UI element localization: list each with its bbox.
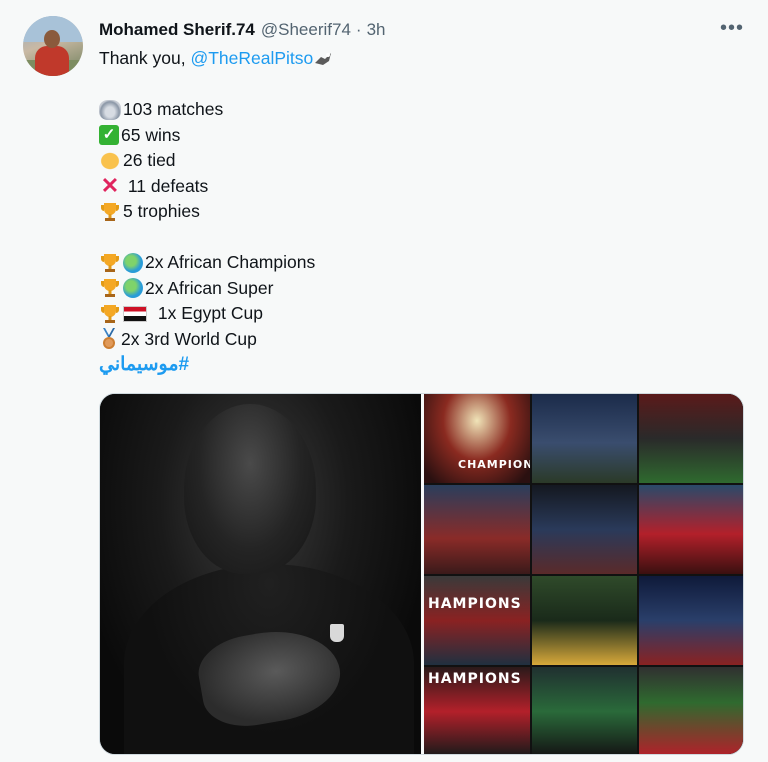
stat-text: 103 matches	[123, 99, 224, 119]
author-handle[interactable]: @Sheerif74	[261, 20, 351, 40]
more-options-icon[interactable]: •••	[720, 18, 744, 38]
honour-line: 2x African Super	[99, 276, 335, 302]
honour-text: 2x 3rd World Cup	[121, 328, 257, 349]
collage-banner-text: HAMPIONS	[428, 596, 522, 612]
globe-icon	[123, 278, 143, 299]
honour-line: 2x African Champions	[99, 250, 335, 276]
tweet-header: Mohamed Sherif.74 @Sheerif74 · 3h	[99, 19, 386, 41]
trophy-icon	[99, 252, 121, 274]
collage-banner-text: CHAMPIONS	[458, 458, 530, 471]
stat-line: ✓ 65 wins	[99, 123, 335, 149]
globe-icon	[123, 252, 143, 273]
collage-tile	[531, 485, 638, 574]
stat-text: 65 wins	[121, 124, 181, 145]
stat-line: ✕ 11 defeats	[99, 174, 335, 200]
author-name[interactable]: Mohamed Sherif.74	[99, 20, 255, 40]
stat-text: 26 tied	[123, 150, 176, 170]
cross-mark-icon: ✕	[100, 173, 120, 199]
avatar-body	[35, 46, 69, 76]
trophy-icon	[99, 303, 121, 325]
collage-tile	[639, 667, 743, 754]
collage-photo[interactable]: CHAMPIONS HAMPIONS HAMPIONS	[424, 394, 743, 754]
collage-tile	[639, 394, 743, 483]
honour-line: 2x 3rd World Cup	[99, 327, 335, 353]
trophy-icon	[99, 201, 121, 223]
mention-link[interactable]: @TheRealPitso	[190, 46, 313, 72]
collage-banner-text: HAMPIONS	[428, 671, 522, 687]
egypt-flag-icon	[123, 305, 147, 322]
eagle-icon	[313, 49, 333, 69]
avatar-head	[44, 30, 60, 48]
avatar[interactable]	[23, 16, 83, 76]
trophy-icon	[99, 277, 121, 299]
bronze-medal-icon	[99, 328, 119, 350]
collage-tile	[531, 667, 638, 754]
collage-tile: CHAMPIONS	[424, 394, 530, 483]
thank-prefix: Thank you,	[99, 48, 191, 68]
stadium-icon	[99, 99, 121, 120]
honour-text: 2x African Super	[145, 277, 274, 298]
stat-text: 5 trophies	[123, 201, 200, 221]
collage-tile	[639, 485, 743, 574]
tweet-text: Thank you, @TheRealPitso 103 matches ✓ 6…	[99, 46, 335, 378]
stat-line: 5 trophies	[99, 199, 335, 225]
collage-tile: HAMPIONS	[424, 667, 530, 754]
hashtag-line: #موسيماني	[99, 352, 335, 378]
thank-line: Thank you, @TheRealPitso	[99, 46, 335, 72]
tweet-card[interactable]: Mohamed Sherif.74 @Sheerif74 · 3h ••• Th…	[0, 0, 768, 762]
timestamp[interactable]: 3h	[367, 20, 386, 40]
collage-tile	[531, 576, 638, 665]
collage-tile	[424, 485, 530, 574]
handshake-icon	[99, 150, 121, 171]
honour-text: 2x African Champions	[145, 252, 316, 272]
check-mark-icon: ✓	[99, 125, 119, 146]
collage-tile	[639, 576, 743, 665]
separator-dot: ·	[355, 20, 362, 39]
portrait-photo[interactable]	[100, 394, 421, 754]
collage-tile: HAMPIONS	[424, 576, 530, 665]
stat-text: 11 defeats	[123, 175, 209, 196]
collage-tile	[531, 394, 638, 483]
hashtag-link[interactable]: #موسيماني	[99, 352, 189, 378]
stat-line: 26 tied	[99, 148, 335, 174]
stat-line: 103 matches	[99, 97, 335, 123]
portrait-face	[184, 404, 316, 574]
club-pin	[330, 624, 344, 642]
honour-line: 1x Egypt Cup	[99, 301, 335, 327]
media-attachment[interactable]: CHAMPIONS HAMPIONS HAMPIONS	[99, 393, 744, 755]
honour-text: 1x Egypt Cup	[153, 303, 263, 323]
